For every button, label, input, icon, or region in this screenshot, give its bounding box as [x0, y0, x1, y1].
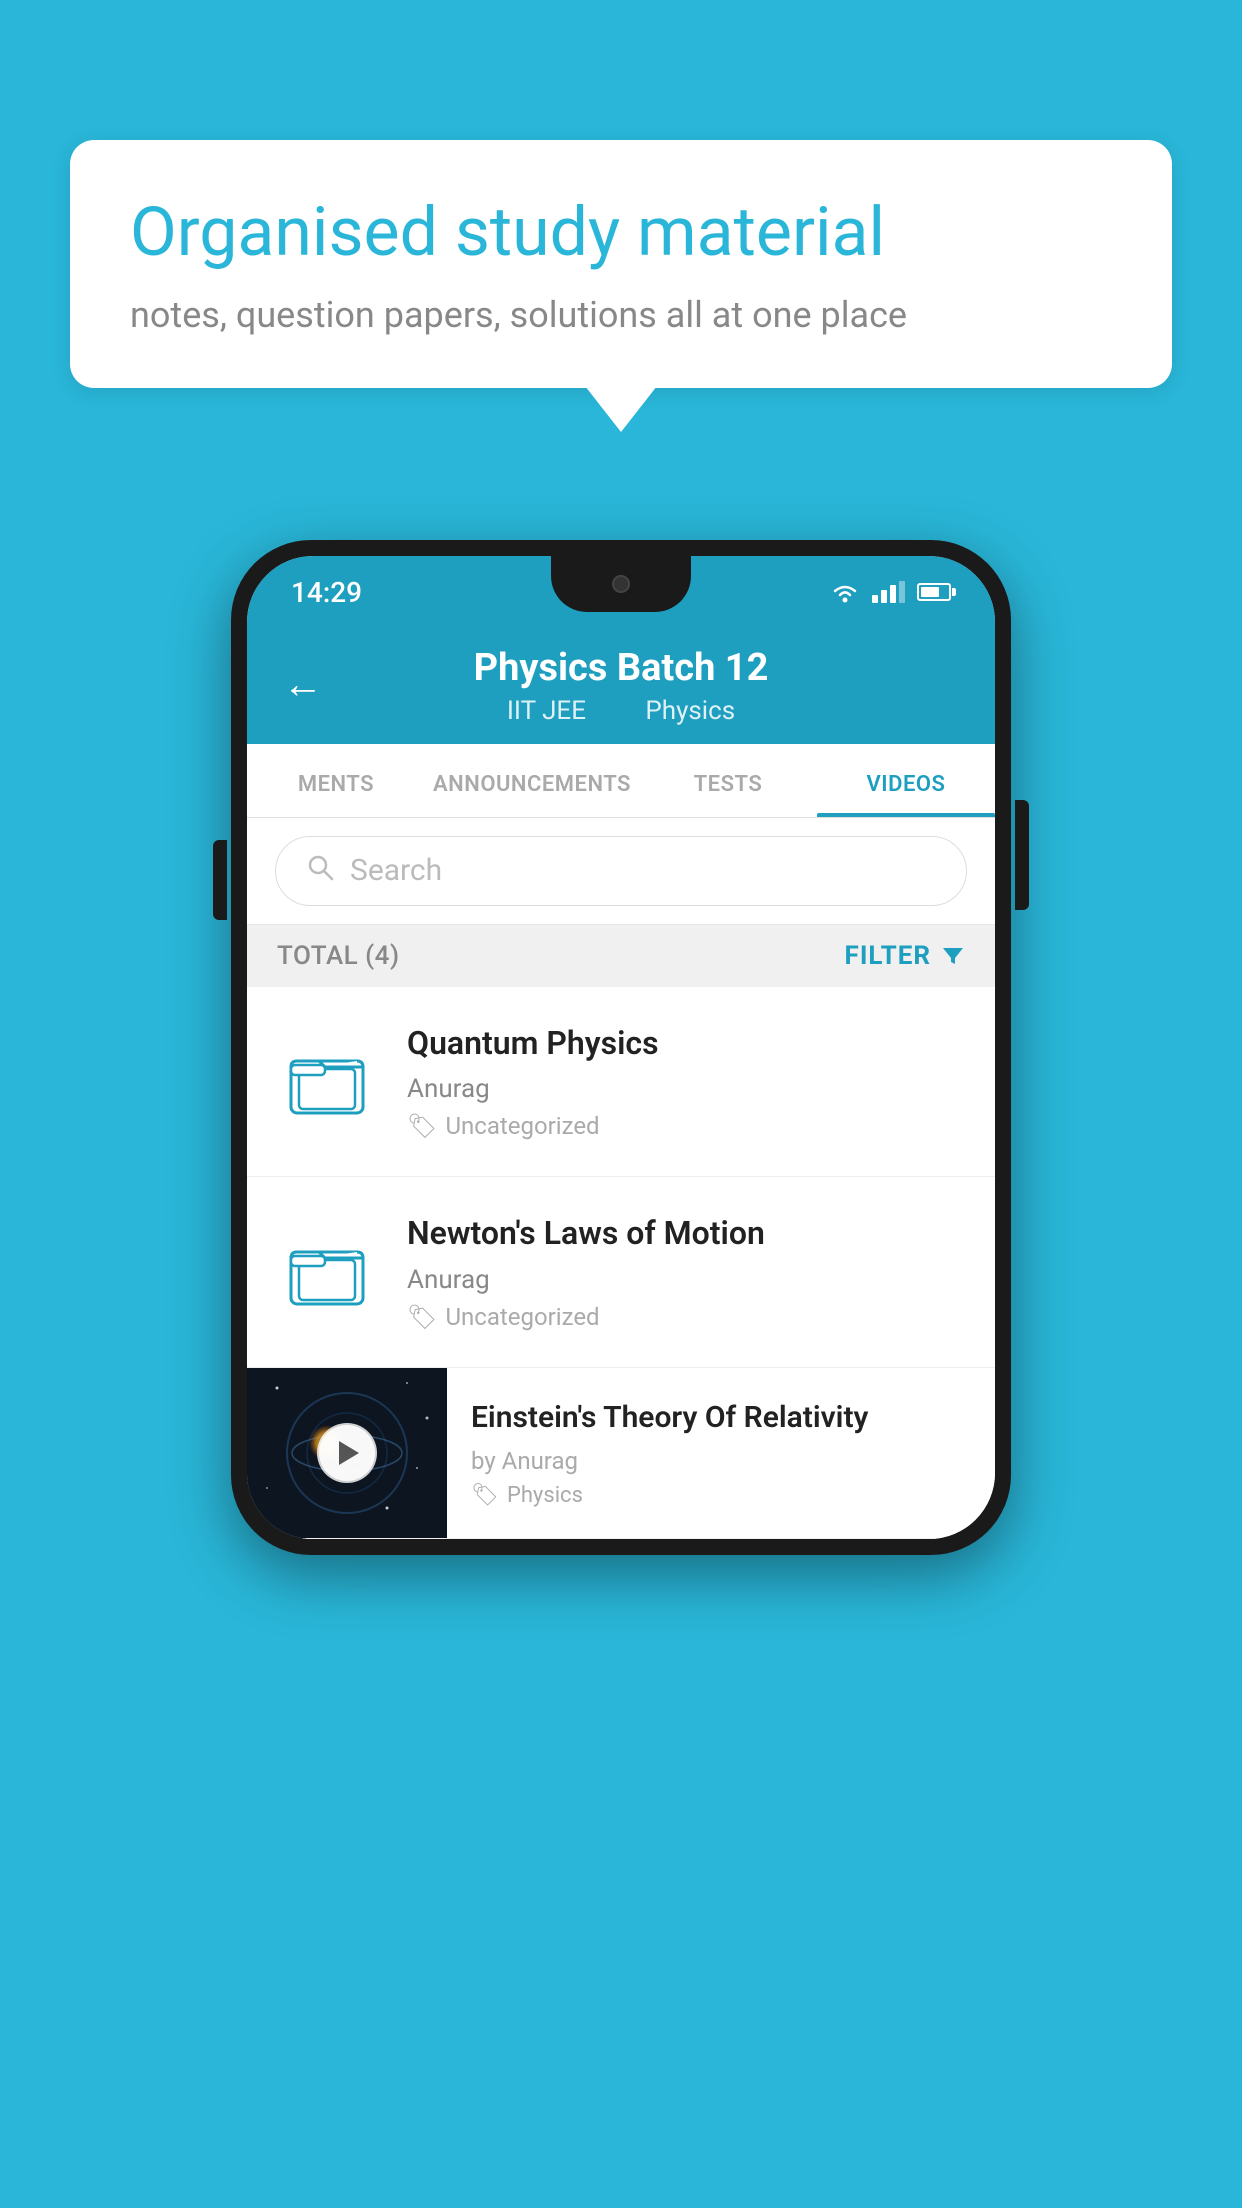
filter-bar: TOTAL (4) FILTER	[247, 925, 995, 987]
video-info-2: Newton's Laws of Motion Anurag 🏷 Uncateg…	[407, 1213, 965, 1331]
app-subtitle: IIT JEE Physics	[287, 696, 955, 726]
video-title-3: Einstein's Theory Of Relativity	[471, 1398, 971, 1437]
video-tag-3: 🏷 Physics	[471, 1483, 971, 1508]
video-thumbnail-3	[247, 1368, 447, 1538]
phone-outer-frame: 14:29	[231, 540, 1011, 1555]
tag-icon-3: 🏷	[471, 1483, 499, 1508]
speech-bubble-card: Organised study material notes, question…	[70, 140, 1172, 388]
filter-funnel-icon	[941, 944, 965, 968]
tag-label-1: Uncategorized	[445, 1112, 599, 1140]
subtitle-separator	[612, 696, 625, 726]
video-tag-1: 🏷 Uncategorized	[407, 1112, 965, 1140]
status-time: 14:29	[291, 576, 362, 609]
search-bar-container: Search	[247, 818, 995, 925]
app-title: Physics Batch 12	[287, 646, 955, 692]
video-author-1: Anurag	[407, 1074, 965, 1104]
tab-videos[interactable]: VIDEOS	[817, 744, 995, 817]
speech-bubble-heading: Organised study material	[130, 192, 1112, 274]
video-title-2: Newton's Laws of Motion	[407, 1213, 965, 1255]
list-item[interactable]: Quantum Physics Anurag 🏷 Uncategorized	[247, 987, 995, 1178]
search-input-wrapper[interactable]: Search	[275, 836, 967, 906]
folder-icon	[287, 1232, 367, 1312]
tab-bar: MENTS ANNOUNCEMENTS TESTS VIDEOS	[247, 744, 995, 818]
tab-tests[interactable]: TESTS	[639, 744, 817, 817]
subtitle-part1: IIT JEE	[507, 696, 586, 726]
tab-ments[interactable]: MENTS	[247, 744, 425, 817]
back-button[interactable]: ←	[283, 660, 323, 707]
video-author-3: by Anurag	[471, 1447, 971, 1475]
filter-button[interactable]: FILTER	[845, 941, 965, 971]
play-icon	[339, 1441, 359, 1465]
video-info-3: Einstein's Theory Of Relativity by Anura…	[447, 1374, 995, 1532]
camera-dot	[612, 575, 630, 593]
speech-bubble-subtext: notes, question papers, solutions all at…	[130, 294, 1112, 336]
tag-label-2: Uncategorized	[445, 1303, 599, 1331]
signal-icon	[872, 581, 905, 603]
phone-mockup: 14:29	[231, 540, 1011, 1555]
speech-bubble-section: Organised study material notes, question…	[70, 140, 1172, 388]
folder-thumb-1	[277, 1041, 377, 1121]
wifi-icon	[830, 581, 860, 603]
status-icons	[830, 581, 951, 603]
tab-announcements[interactable]: ANNOUNCEMENTS	[425, 744, 639, 817]
battery-fill	[921, 587, 939, 597]
video-title-1: Quantum Physics	[407, 1023, 965, 1065]
video-list: Quantum Physics Anurag 🏷 Uncategorized	[247, 987, 995, 1539]
video-info-1: Quantum Physics Anurag 🏷 Uncategorized	[407, 1023, 965, 1141]
tag-label-3: Physics	[507, 1483, 583, 1508]
folder-thumb-2	[277, 1232, 377, 1312]
tag-icon-2: 🏷	[407, 1303, 437, 1331]
search-icon	[306, 853, 334, 889]
phone-screen: 14:29	[247, 556, 995, 1539]
list-item[interactable]: Einstein's Theory Of Relativity by Anura…	[247, 1368, 995, 1539]
total-count: TOTAL (4)	[277, 941, 400, 971]
phone-notch	[551, 556, 691, 612]
search-placeholder: Search	[350, 853, 442, 888]
folder-icon	[287, 1041, 367, 1121]
battery-icon	[917, 583, 951, 601]
video-tag-2: 🏷 Uncategorized	[407, 1303, 965, 1331]
video-author-2: Anurag	[407, 1265, 965, 1295]
app-header: ← Physics Batch 12 IIT JEE Physics	[247, 624, 995, 744]
tag-icon-1: 🏷	[407, 1112, 437, 1140]
subtitle-part2: Physics	[645, 696, 735, 726]
list-item[interactable]: Newton's Laws of Motion Anurag 🏷 Uncateg…	[247, 1177, 995, 1368]
filter-label: FILTER	[845, 941, 931, 971]
